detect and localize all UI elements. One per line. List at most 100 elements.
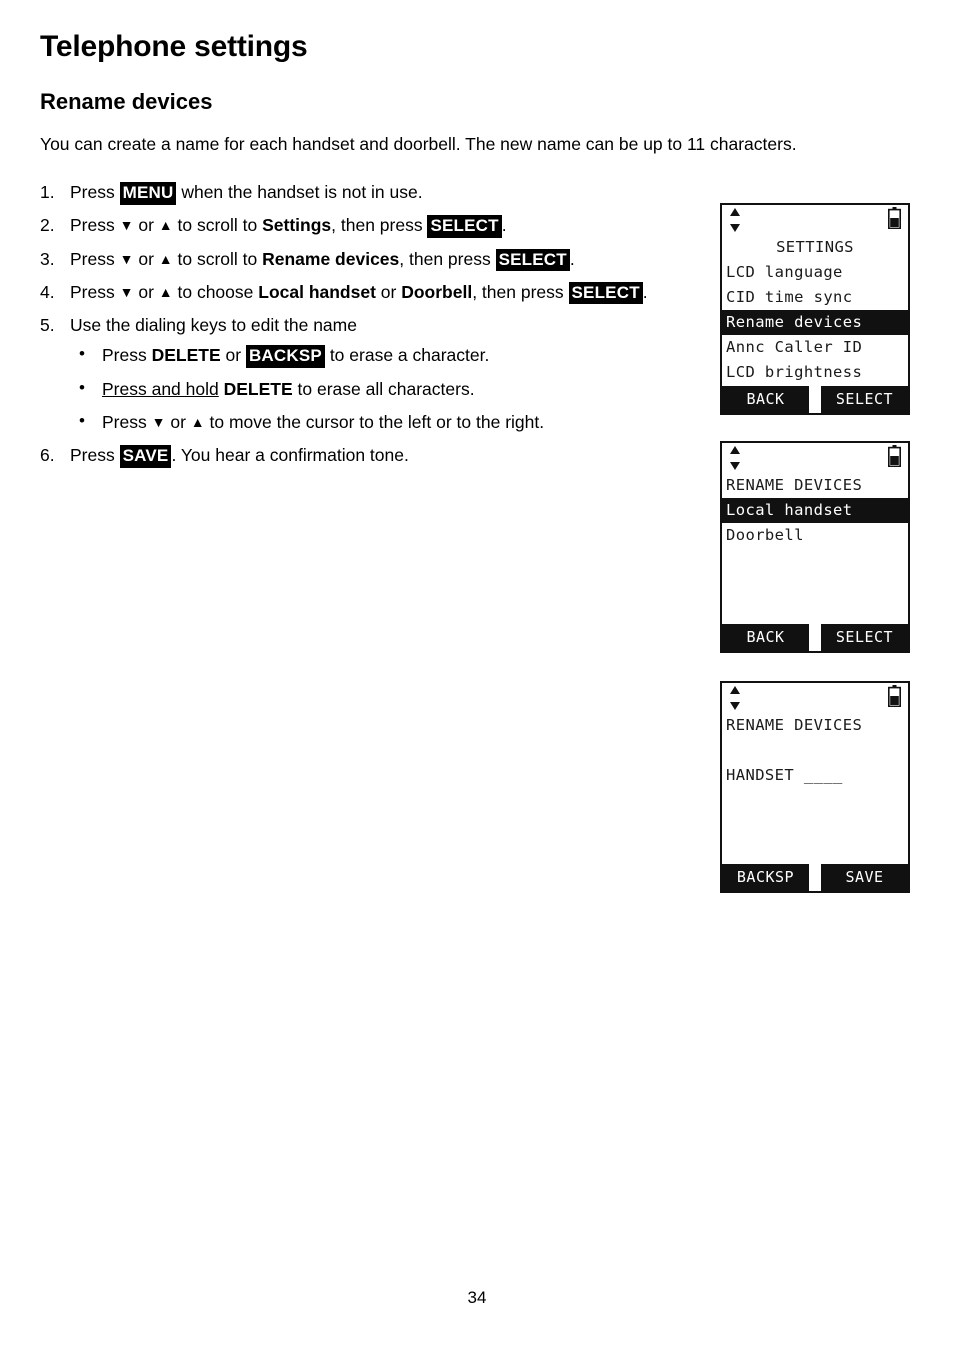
step-text: or xyxy=(133,281,159,302)
lcd-row xyxy=(722,813,908,838)
step-text: to erase a character. xyxy=(324,345,490,366)
step-text: or xyxy=(133,248,159,269)
lcd-row[interactable]: LCD language xyxy=(722,260,908,285)
lcd-row[interactable]: LCD brightness xyxy=(722,360,908,385)
lcd-screen-rename-devices-list: RENAME DEVICES Local handset Doorbell BACK… xyxy=(720,441,910,653)
battery-icon xyxy=(888,207,901,229)
sublist-item: • Press ▼ or ▲ to move the cursor to the … xyxy=(70,409,680,435)
step-text: , then press xyxy=(399,248,496,269)
softkey-label-menu: MENU xyxy=(119,182,177,205)
step-text: Press xyxy=(102,345,152,366)
step-sublist: • Press DELETE or BACKSP to erase a chara… xyxy=(70,342,680,435)
step-number: 1. xyxy=(40,182,55,203)
step-text: . xyxy=(501,215,507,236)
updown-arrows-icon xyxy=(730,208,740,232)
softkey-label-select: SELECT xyxy=(568,281,643,305)
step-text: Press xyxy=(70,281,120,302)
lcd-status-bar xyxy=(722,443,908,473)
step-number: 6. xyxy=(40,445,55,466)
sublist-item: • Press and hold DELETE to erase all char… xyxy=(70,376,680,402)
emphasis-text: Settings xyxy=(262,215,332,236)
step-list: 1. Press MENU when the handset is not in … xyxy=(40,179,680,468)
step-text: Press xyxy=(70,445,120,466)
lcd-softkey-back[interactable]: BACK xyxy=(722,386,809,413)
step-item: 4. Press ▼ or ▲ to choose Local handset o… xyxy=(40,279,680,305)
step-body: Press SAVE. You hear a confirmation tone… xyxy=(70,445,409,468)
lcd-row xyxy=(722,598,908,623)
lcd-row-selected[interactable]: Rename devices xyxy=(722,310,908,335)
softkey-label-select: SELECT xyxy=(427,215,502,238)
lcd-status-bar xyxy=(722,205,908,235)
lcd-row[interactable]: CID time sync xyxy=(722,285,908,310)
lcd-row[interactable]: RENAME DEVICES xyxy=(722,473,908,498)
bullet-icon: • xyxy=(79,344,85,364)
step-text: Press xyxy=(102,411,152,432)
lcd-row-selected[interactable]: Local handset xyxy=(722,498,908,523)
lcd-row[interactable]: HANDSET ____ xyxy=(722,763,908,788)
sublist-item: • Press DELETE or BACKSP to erase a chara… xyxy=(70,342,680,368)
lcd-soft-keys: BACK SELECT xyxy=(722,386,908,413)
up-arrow-icon: ▲ xyxy=(190,413,205,430)
step-body: Use the dialing keys to edit the name xyxy=(70,315,357,335)
step-body: Press ▼ or ▲ to scroll to Rename devices… xyxy=(70,248,575,272)
step-text: Press xyxy=(70,215,120,236)
lcd-softkey-save[interactable]: SAVE xyxy=(821,864,908,891)
step-body: Press ▼ or ▲ to choose Local handset or … xyxy=(70,281,648,305)
lcd-softkey-select[interactable]: SELECT xyxy=(821,386,908,413)
updown-arrows-icon xyxy=(730,686,740,710)
up-arrow-icon: ▲ xyxy=(158,283,173,300)
step-number: 4. xyxy=(40,281,55,302)
down-arrow-icon: ▼ xyxy=(119,217,134,234)
emphasis-text: Rename devices xyxy=(262,248,400,269)
step-text: to scroll to xyxy=(172,248,263,269)
step-number: 5. xyxy=(40,315,55,336)
step-item: 6. Press SAVE. You hear a confirmation to… xyxy=(40,442,680,468)
underlined-text: Press and hold xyxy=(102,378,219,399)
softkey-label-backsp: BACKSP xyxy=(245,345,325,368)
lcd-softkey-select[interactable]: SELECT xyxy=(821,624,908,651)
updown-arrows-icon xyxy=(730,446,740,470)
softkey-label-select: SELECT xyxy=(495,248,570,272)
lcd-softkey-back[interactable]: BACK xyxy=(722,624,809,651)
lcd-row[interactable]: Doorbell xyxy=(722,523,908,548)
softkey-label-save: SAVE xyxy=(119,445,172,468)
step-body: Press MENU when the handset is not in us… xyxy=(70,182,423,205)
lcd-row xyxy=(722,573,908,598)
lcd-row[interactable]: SETTINGS xyxy=(722,235,908,260)
step-text: or xyxy=(165,411,191,432)
page-number: 34 xyxy=(467,1288,487,1307)
lcd-row[interactable]: Annc Caller ID xyxy=(722,335,908,360)
section-title: Rename devices xyxy=(40,89,213,114)
emphasis-text: Local handset xyxy=(258,281,376,302)
emphasis-text: Doorbell xyxy=(401,281,473,302)
step-text: when the handset is not in use. xyxy=(176,182,423,203)
battery-icon xyxy=(888,685,901,707)
step-text: , then press xyxy=(331,215,428,236)
softkey-separator xyxy=(809,624,821,651)
down-arrow-icon: ▼ xyxy=(119,283,134,300)
step-text: . You hear a confirmation tone. xyxy=(171,445,409,466)
intro-paragraph: You can create a name for each handset a… xyxy=(40,134,797,155)
step-text: Press xyxy=(70,248,120,269)
step-body: Press ▼ or ▲ to scroll to Settings, then… xyxy=(70,215,507,238)
softkey-separator xyxy=(809,864,821,891)
lcd-row xyxy=(722,838,908,863)
sublist-text: Press ▼ or ▲ to move the cursor to the l… xyxy=(102,412,544,432)
down-arrow-icon: ▼ xyxy=(151,413,166,430)
step-item: 1. Press MENU when the handset is not in … xyxy=(40,179,680,205)
step-item: 3. Press ▼ or ▲ to scroll to Rename devic… xyxy=(40,246,680,272)
lcd-status-bar xyxy=(722,683,908,713)
up-arrow-icon: ▲ xyxy=(158,217,173,234)
down-arrow-icon: ▼ xyxy=(119,250,134,267)
step-text: . xyxy=(569,248,575,269)
sublist-text: Press and hold DELETE to erase all chara… xyxy=(102,379,475,399)
lcd-softkey-backsp[interactable]: BACKSP xyxy=(722,864,809,891)
step-text: or xyxy=(133,215,159,236)
step-number: 3. xyxy=(40,248,55,269)
lcd-rows: RENAME DEVICES HANDSET ____ xyxy=(722,713,908,864)
lcd-row xyxy=(722,548,908,573)
lcd-rows: RENAME DEVICES Local handset Doorbell xyxy=(722,473,908,624)
step-item: 2. Press ▼ or ▲ to scroll to Settings, th… xyxy=(40,212,680,238)
lcd-soft-keys: BACKSP SAVE xyxy=(722,864,908,891)
lcd-row[interactable]: RENAME DEVICES xyxy=(722,713,908,738)
